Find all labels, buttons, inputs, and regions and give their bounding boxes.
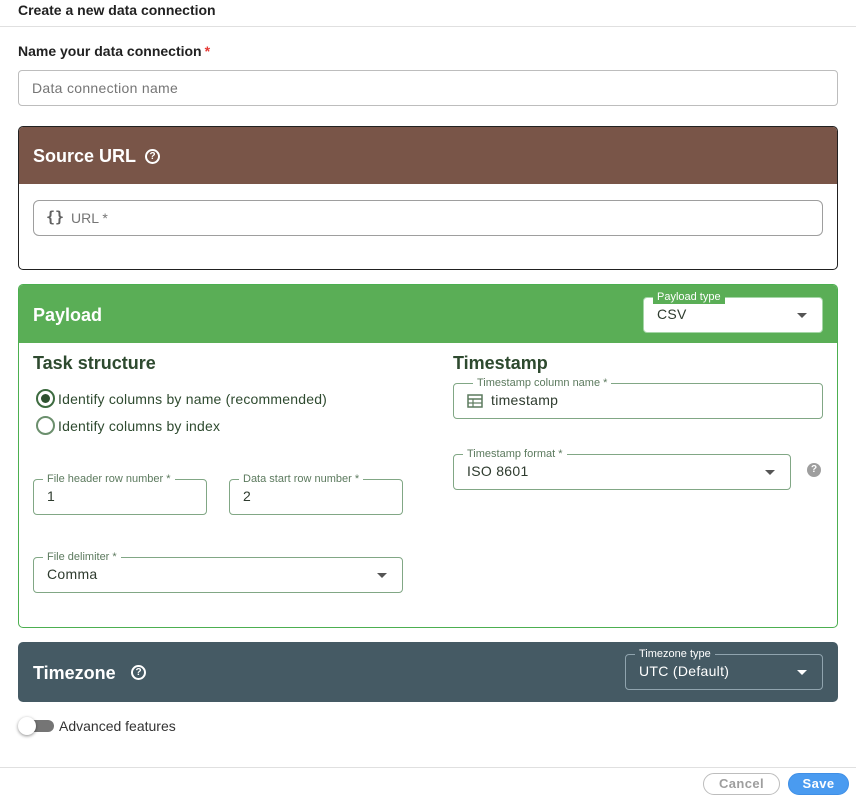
timezone-header: Timezone ? Timezone type UTC (Default) (19, 643, 837, 701)
payload-title: Payload (33, 305, 103, 325)
timestamp-format-select[interactable]: Timestamp format * ISO 8601 (453, 447, 791, 490)
radio-identify-by-name[interactable]: Identify columns by name (recommended) (36, 389, 327, 408)
footer-divider (0, 767, 856, 768)
file-header-row-label: File header row number * (43, 472, 175, 486)
radio-identify-by-index[interactable]: Identify columns by index (36, 416, 220, 435)
data-start-row-value: 2 (243, 488, 252, 504)
help-icon[interactable]: ? (807, 463, 821, 477)
file-header-row-input[interactable]: File header row number * 1 (33, 472, 207, 515)
advanced-features-label: Advanced features (59, 718, 176, 734)
help-icon[interactable]: ? (145, 149, 160, 164)
braces-icon: {} (46, 208, 65, 226)
file-header-row-value: 1 (47, 488, 56, 504)
timezone-panel: Timezone ? Timezone type UTC (Default) (18, 642, 838, 702)
timezone-type-select[interactable]: Timezone type UTC (Default) (625, 647, 823, 690)
timestamp-column-label: Timestamp column name * (473, 376, 612, 390)
payload-type-label: Payload type (653, 290, 725, 304)
source-url-title: Source URL (33, 146, 137, 166)
payload-type-select[interactable]: Payload type CSV (643, 290, 823, 333)
url-input[interactable]: {} URL * (33, 200, 823, 236)
file-delimiter-label: File delimiter * (43, 550, 121, 564)
save-button[interactable]: Save (788, 773, 849, 795)
chevron-down-icon (797, 670, 807, 675)
radio-label: Identify columns by name (recommended) (58, 390, 328, 407)
help-icon[interactable]: ? (131, 665, 146, 680)
data-start-row-input[interactable]: Data start row number * 2 (229, 472, 403, 515)
advanced-features-toggle[interactable] (18, 717, 54, 735)
file-delimiter-value: Comma (47, 566, 98, 582)
radio-checked-icon (36, 389, 55, 408)
file-delimiter-select[interactable]: File delimiter * Comma (33, 550, 403, 593)
radio-label: Identify columns by index (58, 417, 221, 434)
timezone-title: Timezone (33, 663, 116, 683)
table-icon (467, 394, 483, 408)
payload-panel: Payload Payload type CSV Task structure … (18, 284, 838, 628)
dialog-title: Create a new data connection (18, 2, 216, 18)
name-label-text: Name your data connection (18, 43, 202, 59)
timestamp-column-value: timestamp (491, 392, 559, 408)
timezone-type-label: Timezone type (635, 647, 715, 661)
timezone-type-value: UTC (Default) (639, 663, 730, 679)
data-start-row-label: Data start row number * (239, 472, 364, 486)
cancel-button[interactable]: Cancel (703, 773, 780, 795)
name-label: Name your data connection * (18, 43, 210, 59)
source-url-header: Source URL ? (19, 127, 837, 184)
timestamp-title: Timestamp (453, 353, 548, 373)
title-divider (0, 26, 856, 27)
chevron-down-icon (377, 573, 387, 578)
chevron-down-icon (765, 470, 775, 475)
task-structure-title: Task structure (33, 353, 156, 373)
url-label: URL * (71, 210, 108, 226)
data-connection-name-input[interactable]: Data connection name (18, 70, 838, 106)
radio-unchecked-icon (36, 416, 55, 435)
toggle-knob (18, 717, 36, 735)
payload-type-value: CSV (657, 306, 687, 322)
source-url-panel: Source URL ? {} URL * (18, 126, 838, 270)
timestamp-column-input[interactable]: Timestamp column name * timestamp (453, 376, 823, 419)
required-mark: * (204, 43, 211, 59)
timestamp-format-value: ISO 8601 (467, 463, 529, 479)
timestamp-format-label: Timestamp format * (463, 447, 567, 461)
chevron-down-icon (797, 313, 807, 318)
payload-header: Payload Payload type CSV (19, 285, 837, 343)
